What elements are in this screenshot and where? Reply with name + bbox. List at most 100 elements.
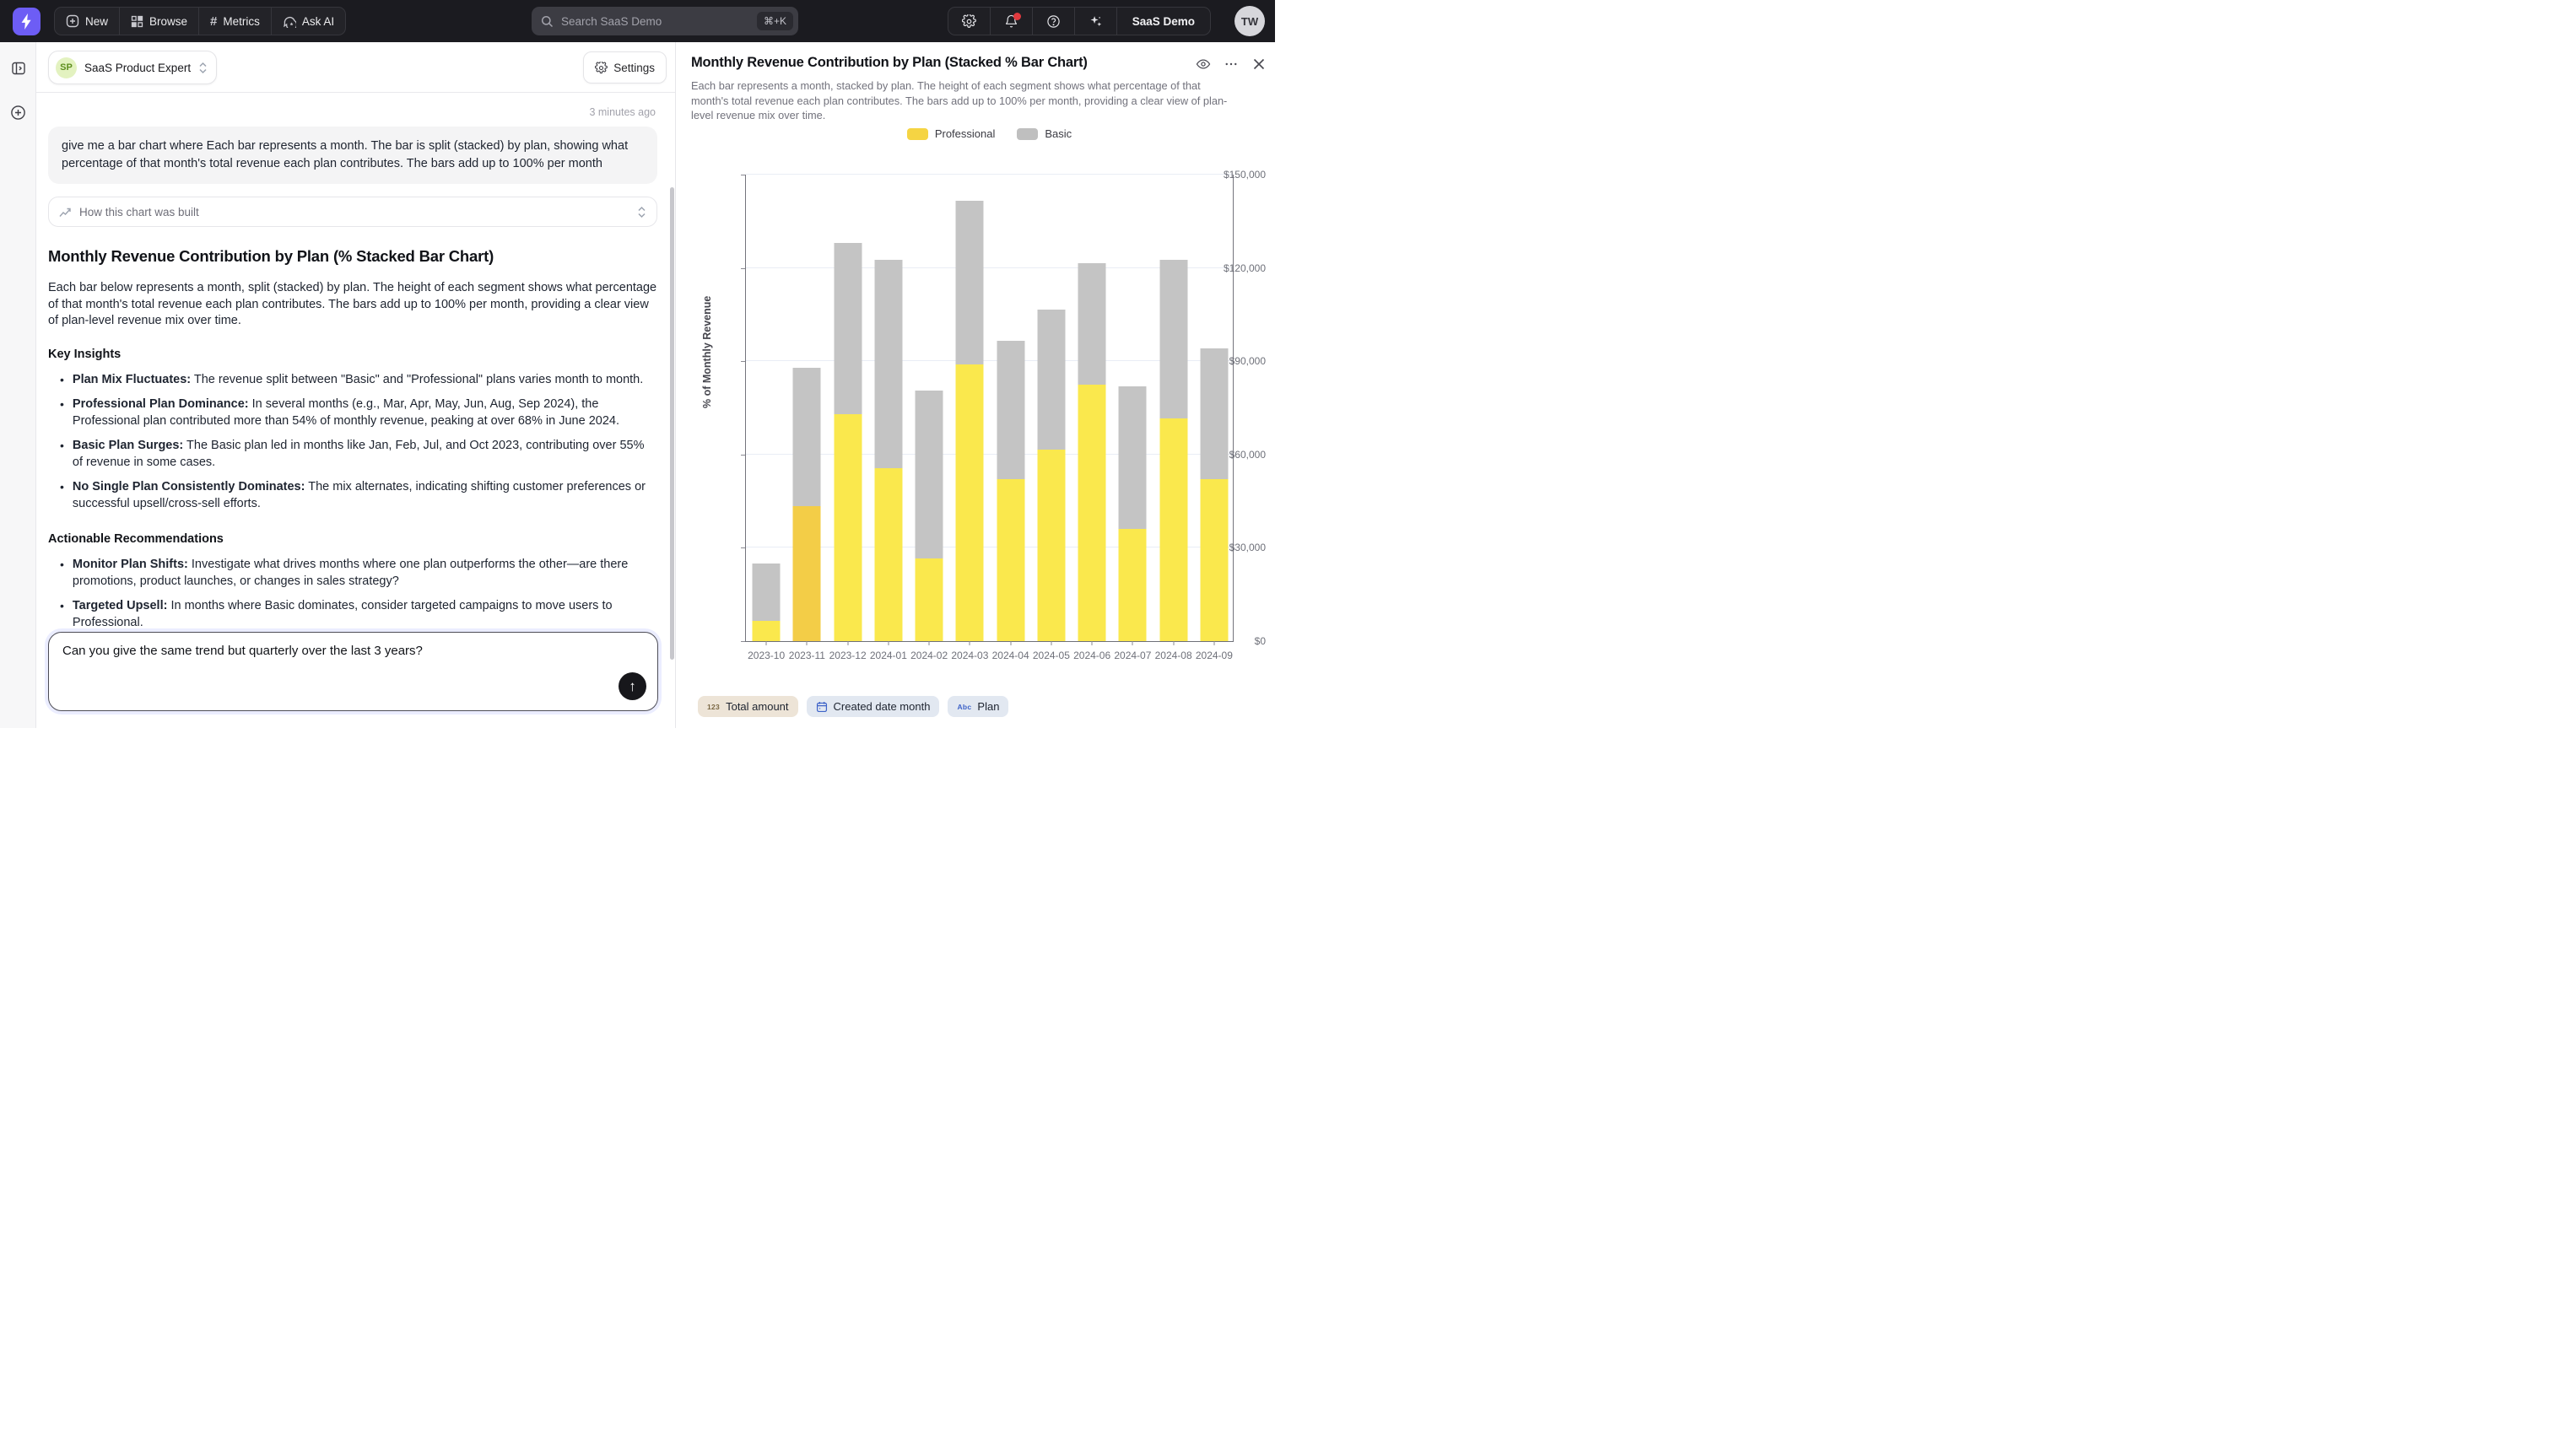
- bar-2024-08[interactable]: [1159, 260, 1187, 641]
- x-tick-mark: [1132, 641, 1133, 645]
- chip-label: Plan: [977, 700, 999, 713]
- bar-2024-03[interactable]: [956, 201, 984, 641]
- gear-icon: [962, 14, 976, 29]
- bar-2024-07[interactable]: [1119, 386, 1147, 641]
- md-key-insights-heading: Key Insights: [48, 348, 657, 361]
- workspace-button[interactable]: SaaS Demo: [1117, 8, 1210, 35]
- bar-2024-04[interactable]: [997, 341, 1024, 641]
- bar-2024-09[interactable]: [1200, 348, 1228, 641]
- bullet-dot: •: [60, 557, 64, 590]
- y-tick-mark: [741, 455, 745, 456]
- global-search-input[interactable]: Search SaaS Demo ⌘+K: [532, 7, 798, 35]
- close-icon: [1252, 57, 1266, 71]
- x-tick-mark: [1092, 641, 1093, 645]
- chat-scrollbar[interactable]: [670, 187, 674, 660]
- bar-segment-professional[interactable]: [1078, 385, 1106, 641]
- bar-segment-basic[interactable]: [997, 341, 1024, 479]
- how-built-toggle[interactable]: How this chart was built: [48, 197, 657, 227]
- app-logo[interactable]: [13, 8, 41, 35]
- bar-segment-basic[interactable]: [956, 201, 984, 364]
- bar-2023-10[interactable]: [753, 564, 781, 641]
- toggle-sidebar-button[interactable]: [0, 56, 36, 81]
- navbar-utility-group: SaaS Demo: [948, 7, 1211, 35]
- bar-segment-professional[interactable]: [874, 468, 902, 641]
- bar-segment-professional[interactable]: [1037, 450, 1065, 641]
- user-avatar[interactable]: TW: [1234, 6, 1265, 36]
- assistant-message: Monthly Revenue Contribution by Plan (% …: [48, 247, 657, 666]
- bar-segment-professional[interactable]: [1159, 418, 1187, 641]
- new-button[interactable]: New: [55, 8, 120, 35]
- x-axis-line: [741, 641, 1234, 642]
- primary-nav: New Browse # Metrics Ask AI: [54, 7, 346, 35]
- bar-segment-professional[interactable]: [1200, 479, 1228, 641]
- bar-segment-basic[interactable]: [793, 368, 821, 506]
- notifications-button[interactable]: [991, 8, 1033, 35]
- key-insights-list: •Plan Mix Fluctuates: The revenue split …: [48, 372, 657, 515]
- legend-label: Professional: [935, 127, 996, 140]
- agent-settings-button[interactable]: Settings: [583, 51, 667, 84]
- help-button[interactable]: [1033, 8, 1075, 35]
- bar-2023-12[interactable]: [834, 243, 862, 641]
- bar-segment-basic[interactable]: [1200, 348, 1228, 479]
- send-button[interactable]: ↑: [619, 672, 646, 700]
- new-thread-button[interactable]: [0, 100, 36, 125]
- close-panel-button[interactable]: [1249, 54, 1269, 74]
- more-options-button[interactable]: [1221, 54, 1241, 74]
- bar-segment-basic[interactable]: [916, 391, 943, 558]
- legend-item-basic[interactable]: Basic: [1017, 127, 1072, 140]
- agent-selector[interactable]: SP SaaS Product Expert: [48, 51, 217, 84]
- bar-segment-professional[interactable]: [997, 479, 1024, 641]
- browse-button[interactable]: Browse: [120, 8, 199, 35]
- bar-segment-basic[interactable]: [1037, 310, 1065, 450]
- bar-chart-plot[interactable]: 2023-102023-112023-122024-012024-022024-…: [745, 175, 1234, 641]
- y-tick-label: $90,000: [1229, 355, 1266, 367]
- bar-2023-11[interactable]: [793, 368, 821, 641]
- chat-input[interactable]: Can you give the same trend but quarterl…: [48, 632, 658, 711]
- bar-2024-05[interactable]: [1037, 310, 1065, 641]
- chat-header: SP SaaS Product Expert Settings: [36, 42, 675, 92]
- user-message: give me a bar chart where Each bar repre…: [48, 127, 657, 184]
- dimension-chip-created-date-month[interactable]: Created date month: [807, 696, 940, 717]
- y-axis-title: % of Monthly Revenue: [701, 296, 713, 408]
- bar-segment-professional[interactable]: [753, 621, 781, 641]
- x-tick-mark: [929, 641, 930, 645]
- bar-segment-professional[interactable]: [834, 414, 862, 641]
- bar-segment-professional[interactable]: [956, 364, 984, 641]
- bar-segment-basic[interactable]: [1119, 386, 1147, 530]
- bar-segment-professional[interactable]: [793, 506, 821, 641]
- ask-ai-button[interactable]: Ask AI: [272, 8, 345, 35]
- y-tick-mark: [741, 641, 745, 642]
- metric-chip-total-amount[interactable]: 123 Total amount: [698, 696, 798, 717]
- bar-segment-basic[interactable]: [1159, 260, 1187, 418]
- bar-segment-basic[interactable]: [1078, 263, 1106, 385]
- ai-sparkles-button[interactable]: [1075, 8, 1117, 35]
- md-intro: Each bar below represents a month, split…: [48, 280, 657, 330]
- chart-title: Monthly Revenue Contribution by Plan (St…: [691, 55, 1088, 71]
- x-tick-label: 2024-06: [1073, 650, 1110, 661]
- legend-swatch: [907, 128, 928, 140]
- new-button-label: New: [85, 15, 108, 28]
- view-chart-button[interactable]: [1193, 54, 1213, 74]
- x-tick-label: 2023-10: [748, 650, 785, 661]
- bar-segment-basic[interactable]: [753, 564, 781, 621]
- bar-2024-02[interactable]: [916, 391, 943, 641]
- chevron-updown-icon: [637, 206, 646, 218]
- dimension-chip-plan[interactable]: Abc Plan: [948, 696, 1008, 717]
- legend-item-professional[interactable]: Professional: [907, 127, 996, 140]
- gridline: [746, 174, 1233, 175]
- bar-segment-professional[interactable]: [1119, 529, 1147, 641]
- bar-segment-basic[interactable]: [874, 260, 902, 468]
- x-tick-mark: [888, 641, 889, 645]
- bar-2024-06[interactable]: [1078, 263, 1106, 641]
- bar-segment-professional[interactable]: [916, 558, 943, 641]
- bullet-dot: •: [60, 372, 64, 389]
- bar-2024-01[interactable]: [874, 260, 902, 641]
- bullet-dot: •: [60, 598, 64, 631]
- circle-plus-icon: [10, 105, 26, 121]
- chat-scroll-area[interactable]: 3 minutes ago give me a bar chart where …: [36, 93, 675, 666]
- y-tick-mark: [741, 361, 745, 362]
- metrics-button[interactable]: # Metrics: [199, 8, 272, 35]
- app-root: New Browse # Metrics Ask AI Search SaaS …: [0, 0, 1275, 728]
- bar-segment-basic[interactable]: [834, 243, 862, 414]
- settings-gear-button[interactable]: [948, 8, 991, 35]
